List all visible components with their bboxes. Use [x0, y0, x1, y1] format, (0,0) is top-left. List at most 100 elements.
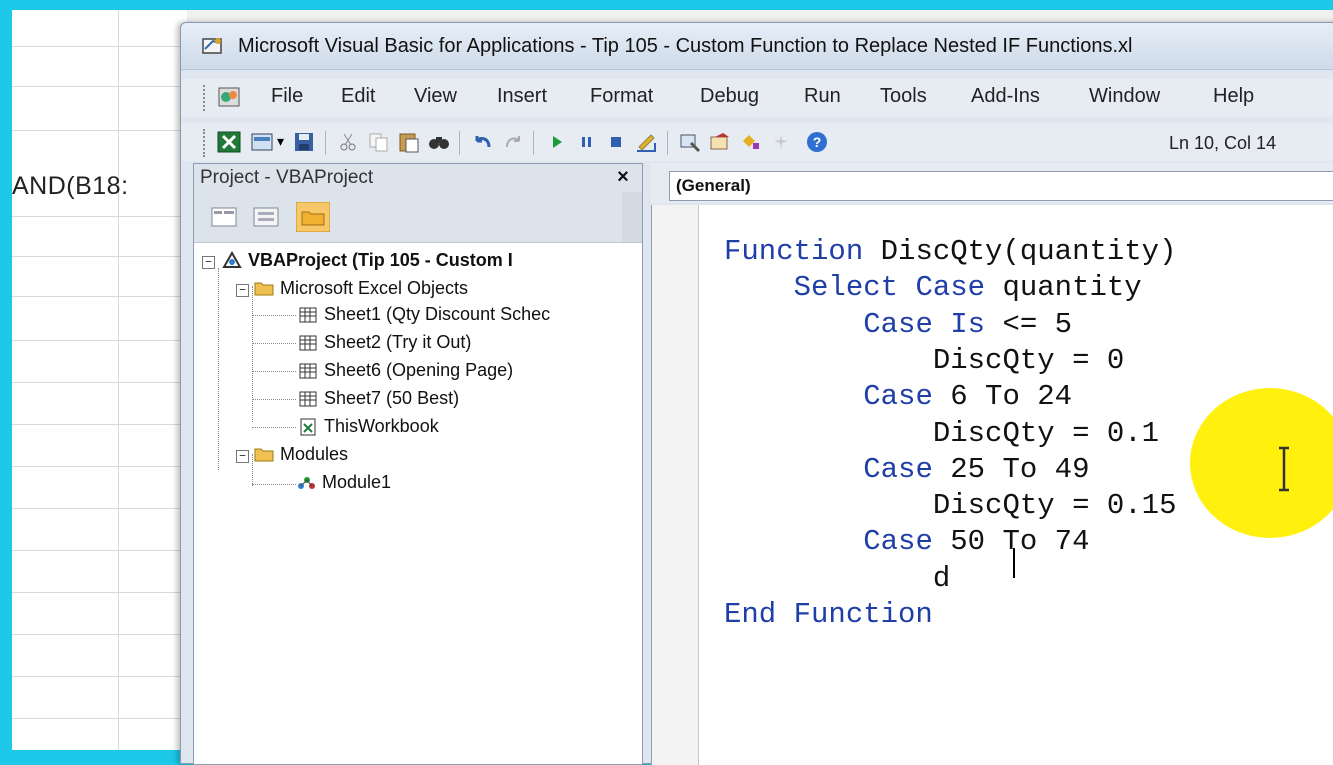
project-pane-toolbar	[194, 192, 642, 243]
title-bar[interactable]: Microsoft Visual Basic for Applications …	[181, 23, 1333, 70]
menu-add-ins[interactable]: Add-Ins	[971, 85, 1040, 108]
view-object-icon[interactable]	[250, 202, 284, 232]
code-line: Select Case quantity	[724, 271, 1142, 304]
insert-userform-icon[interactable]	[251, 131, 275, 153]
toolbar-grip[interactable]	[203, 129, 209, 157]
worksheet-icon	[299, 391, 317, 407]
code-text: quantity	[1002, 271, 1142, 305]
code-text: DiscQty(quantity)	[880, 235, 1177, 268]
grid-line	[118, 10, 119, 750]
tree-node-thisworkbook[interactable]: ThisWorkbook	[324, 416, 439, 437]
grid-line	[12, 550, 187, 551]
redo-icon[interactable]	[501, 131, 525, 153]
grid-line	[12, 424, 187, 425]
grid-line	[12, 592, 187, 593]
menu-file[interactable]: File	[271, 85, 303, 108]
menu-window[interactable]: Window	[1089, 85, 1160, 108]
tree-node-vbaproject[interactable]: VBAProject (Tip 105 - Custom I	[248, 250, 513, 271]
help-icon[interactable]: ?	[805, 131, 829, 153]
window-title: Microsoft Visual Basic for Applications …	[238, 35, 1133, 57]
project-explorer-icon[interactable]	[679, 131, 703, 153]
worksheet-icon	[299, 363, 317, 379]
view-code-icon[interactable]	[208, 202, 242, 232]
project-explorer-pane[interactable]: Project - VBAProject × − VBAProject (Tip…	[193, 163, 643, 765]
menu-debug[interactable]: Debug	[700, 85, 759, 108]
pause-icon[interactable]	[575, 131, 599, 153]
code-keyword: Case	[863, 525, 951, 559]
code-text: DiscQty = 0.1	[932, 416, 1160, 450]
menubar-grip[interactable]	[203, 85, 209, 111]
collapse-toggle[interactable]: −	[236, 450, 249, 463]
toggle-folders-icon[interactable]	[296, 202, 330, 232]
close-icon[interactable]: ×	[612, 166, 634, 188]
tree-node-excel-objects[interactable]: Microsoft Excel Objects	[280, 278, 468, 299]
tree-node-sheet2[interactable]: Sheet2 (Try it Out)	[324, 332, 471, 353]
object-dropdown[interactable]: (General)	[669, 171, 1333, 201]
paste-icon[interactable]	[397, 131, 421, 153]
project-pane-scrollbar[interactable]	[622, 192, 642, 242]
view-excel-icon[interactable]	[217, 131, 241, 153]
menu-run[interactable]: Run	[804, 85, 841, 108]
vba-app-icon	[202, 38, 222, 54]
frame-left	[0, 0, 12, 750]
grid-line	[12, 130, 187, 131]
code-text: d	[932, 561, 951, 595]
code-line: Case 50 To 74	[724, 525, 1089, 558]
excel-view-icon[interactable]	[217, 85, 243, 109]
toolbox-icon[interactable]	[769, 131, 793, 153]
worksheet-icon	[299, 335, 317, 351]
object-browser-icon[interactable]	[739, 131, 763, 153]
copy-icon[interactable]	[367, 131, 391, 153]
properties-window-icon[interactable]	[709, 131, 733, 153]
tree-line	[252, 286, 253, 422]
code-line: Case 25 To 49	[724, 453, 1089, 486]
grid-line	[12, 216, 187, 217]
collapse-toggle[interactable]: −	[202, 256, 215, 269]
menu-view[interactable]: View	[414, 85, 457, 108]
tree-node-sheet7[interactable]: Sheet7 (50 Best)	[324, 388, 459, 409]
vba-editor-window[interactable]: Microsoft Visual Basic for Applications …	[180, 22, 1333, 765]
toolbar-separator	[459, 131, 460, 155]
tree-line	[252, 427, 296, 428]
grid-line	[12, 718, 187, 719]
project-tree[interactable]: − VBAProject (Tip 105 - Custom I − Micro…	[194, 242, 624, 762]
find-icon[interactable]	[427, 131, 451, 153]
tree-line	[252, 343, 296, 344]
dropdown-arrow-icon[interactable]: ▾	[277, 133, 284, 150]
project-pane-titlebar: Project - VBAProject ×	[194, 164, 642, 193]
grid-line	[12, 86, 187, 87]
workbook-icon	[300, 418, 316, 436]
code-line: Case Is <= 5	[724, 308, 1072, 341]
code-keyword: Case	[863, 452, 951, 486]
tree-node-modules[interactable]: Modules	[280, 444, 348, 465]
code-keyword: Case Is	[863, 307, 1003, 341]
code-keyword: Select Case	[793, 271, 1003, 305]
tree-node-sheet6[interactable]: Sheet6 (Opening Page)	[324, 360, 513, 381]
menu-insert[interactable]: Insert	[497, 85, 547, 108]
save-icon[interactable]	[293, 131, 317, 153]
reset-icon[interactable]	[605, 131, 629, 153]
grid-line	[12, 296, 187, 297]
cursor-position: Ln 10, Col 14	[1169, 133, 1277, 153]
menu-tools[interactable]: Tools	[880, 85, 927, 108]
grid-line	[12, 382, 187, 383]
grid-line	[12, 46, 187, 47]
menu-help[interactable]: Help	[1213, 85, 1254, 108]
grid-line	[12, 466, 187, 467]
run-icon[interactable]	[545, 131, 569, 153]
code-text: 50 To 74	[950, 525, 1090, 559]
design-mode-icon[interactable]	[635, 131, 659, 153]
cut-icon[interactable]	[337, 131, 361, 153]
collapse-toggle[interactable]: −	[236, 284, 249, 297]
standard-toolbar: ▾ ? Ln 10, Col 14	[181, 123, 1333, 161]
code-margin-indicator-bar[interactable]	[652, 205, 699, 765]
code-line: DiscQty = 0.15	[724, 489, 1177, 522]
undo-icon[interactable]	[471, 131, 495, 153]
tree-line	[252, 371, 296, 372]
menu-format[interactable]: Format	[590, 85, 653, 108]
tree-node-module1[interactable]: Module1	[322, 472, 391, 493]
toolbar-separator	[667, 131, 668, 155]
menu-edit[interactable]: Edit	[341, 85, 375, 108]
module-icon	[298, 477, 315, 489]
tree-node-sheet1[interactable]: Sheet1 (Qty Discount Schec	[324, 304, 550, 325]
